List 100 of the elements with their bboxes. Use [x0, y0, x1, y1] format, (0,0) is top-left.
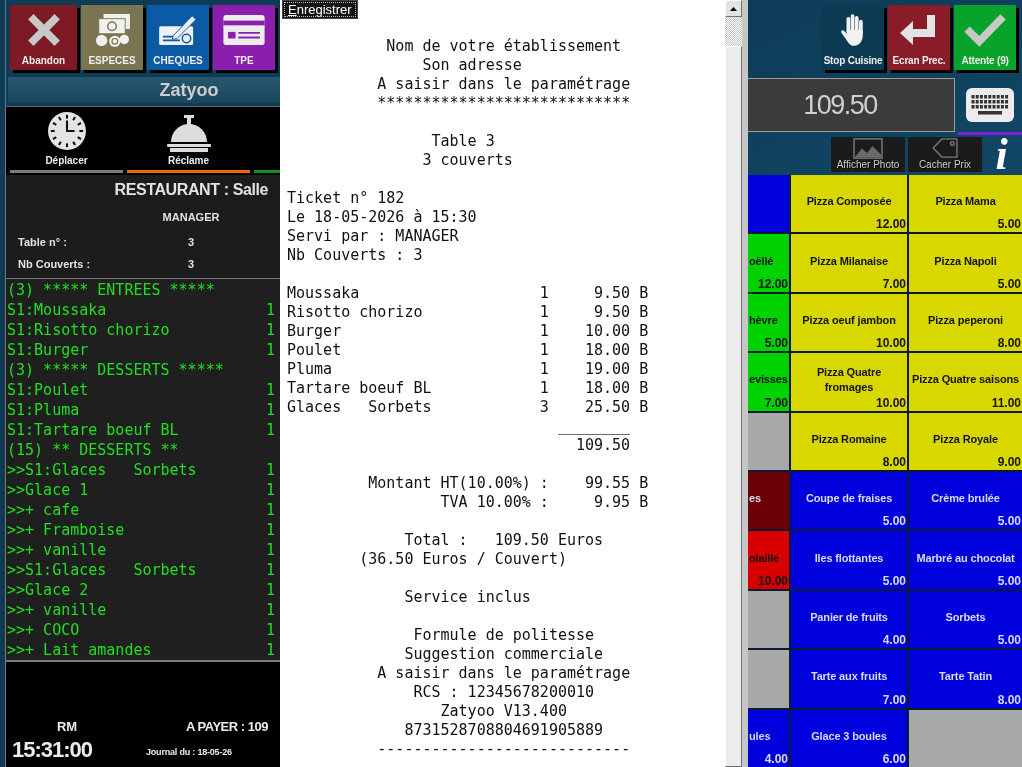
product-name: Glace 3 boules — [810, 728, 888, 744]
cheque-button[interactable]: CHEQUES — [147, 5, 209, 70]
product-tile[interactable]: Tarte Tatin 8.00 — [909, 650, 1022, 708]
product-tile[interactable]: ules 4.00 — [748, 709, 789, 767]
receipt-line: Son adresse — [422, 56, 522, 75]
product-price: 6.00 — [882, 752, 907, 767]
receipt-line: A saisir dans le paramétrage — [377, 664, 631, 683]
product-tile[interactable]: Pizza Milanaise 7.00 — [791, 234, 907, 292]
save-button[interactable]: Enregistrer — [282, 0, 358, 19]
product-tile[interactable]: hèvre 5.00 — [748, 293, 789, 352]
order-line-text: >>Glace 2 — [7, 580, 89, 600]
product-name: Iles flottantes — [813, 550, 885, 566]
order-line-text: >>+ vanille — [7, 600, 107, 620]
stop-kitchen-button[interactable]: Stop Cuisine — [822, 5, 884, 70]
order-line-text: S1:Tartare boeuf BL — [7, 420, 179, 440]
show-photo-button[interactable]: Afficher Photo — [831, 137, 905, 172]
product-price: 12.00 — [757, 276, 789, 292]
product-tile[interactable]: Pizza Composée 12.00 — [791, 175, 907, 233]
receipt-line: A saisir dans le paramétrage — [377, 75, 631, 94]
order-line-text: >>+ COCO — [7, 620, 80, 640]
product-price: 5.00 — [997, 276, 1022, 292]
product-tile[interactable]: Iles flottantes 5.00 — [791, 531, 907, 589]
order-line-quantity: 1 — [265, 520, 275, 540]
room-title: RESTAURANT : Salle — [113, 180, 269, 200]
order-line-text: >>+ Lait amandes — [7, 640, 152, 660]
product-price: 4.00 — [882, 633, 907, 649]
product-name: hèvre — [748, 313, 779, 328]
product-tile[interactable]: Crème brulée 5.00 — [909, 472, 1022, 530]
order-line-text: S1:Moussaka — [7, 300, 107, 320]
up-arrow-icon — [730, 6, 737, 11]
product-tile[interactable]: Pizza oeuf jambon 10.00 — [791, 293, 907, 352]
move-button[interactable]: Déplacer — [10, 112, 123, 170]
cancel-button[interactable]: Abandon — [10, 5, 77, 70]
product-tile[interactable]: Tarte aux fruits 7.00 — [791, 650, 907, 708]
product-tile[interactable]: Panier de fruits 4.00 — [791, 590, 907, 649]
receipt-line: RCS : 12345678200010 — [413, 683, 595, 702]
product-tile[interactable]: Pizza Quatre saisons 11.00 — [909, 353, 1022, 411]
order-line-quantity: 1 — [265, 540, 275, 560]
receipt-item-amount: 9.50 B — [594, 303, 649, 322]
product-name: olaille — [748, 550, 781, 566]
product-tile[interactable]: Coupe de fraises 5.00 — [791, 472, 907, 530]
product-name: Pizza Quatre saisons — [910, 372, 1020, 388]
product-tile[interactable]: es — [748, 472, 789, 530]
info-button[interactable]: i — [988, 137, 1015, 172]
receipt-item-name: Glaces Sorbets — [287, 398, 433, 417]
product-price: 5.00 — [997, 217, 1022, 233]
product-tile[interactable]: Pizza Napoli 5.00 — [909, 234, 1022, 292]
hide-price-button[interactable]: Cacher Prix — [908, 137, 982, 172]
back-button[interactable]: Ecran Prec. — [888, 5, 950, 70]
order-line-text: (15) ** DESSERTS ** — [7, 440, 179, 460]
product-tile[interactable]: oëllé 12.00 — [748, 234, 789, 292]
product-price: 5.00 — [997, 633, 1022, 649]
order-line-quantity: 1 — [265, 480, 275, 500]
photo-icon — [853, 138, 883, 159]
receipt-item-name: Risotto chorizo — [287, 303, 424, 322]
product-price: 8.00 — [997, 692, 1022, 708]
receipt-line: 8731528708804691905889 — [404, 721, 604, 740]
x-icon — [26, 13, 61, 47]
product-tile[interactable]: Sorbets 5.00 — [909, 590, 1022, 649]
order-line-quantity: 1 — [265, 640, 275, 660]
product-name: Pizza Composée — [805, 194, 893, 210]
product-tile[interactable]: Marbré au chocolat 5.00 — [909, 531, 1022, 589]
product-price: 5.00 — [997, 514, 1022, 530]
product-tile[interactable]: Pizza Quatre fromages 10.00 — [791, 353, 907, 411]
receipt-item-amount: 19.00 B — [585, 360, 649, 379]
product-tile[interactable]: Glace 3 boules 6.00 — [791, 709, 907, 767]
product-name: Pizza Royale — [932, 431, 999, 447]
order-line-quantity: 1 — [265, 400, 275, 420]
receipt-line: Zatyoo V13.400 — [440, 702, 567, 721]
field-value: 3 — [186, 235, 196, 250]
receipt-item-name: Burger — [287, 322, 343, 341]
product-name: Pizza Romaine — [810, 431, 888, 447]
product-price: 5.00 — [882, 573, 907, 589]
product-tile[interactable]: Pizza Royale 9.00 — [909, 412, 1022, 470]
order-line-quantity: 1 — [265, 420, 275, 440]
receipt-item-quantity: 1 — [539, 379, 549, 398]
receipt-item-amount: 18.00 B — [585, 379, 649, 398]
product-tile[interactable]: evisses 7.00 — [748, 353, 789, 411]
receipt-item-quantity: 1 — [539, 284, 549, 303]
receipt-line: Service inclus — [404, 588, 531, 607]
product-tile[interactable]: Pizza peperoni 8.00 — [909, 293, 1022, 352]
order-line-text: S1:Risotto chorizo — [7, 320, 170, 340]
keyboard-icon[interactable] — [966, 88, 1014, 122]
order-line-quantity: 1 — [265, 340, 275, 360]
product-tile[interactable]: Pizza Romaine 8.00 — [791, 412, 907, 470]
call-button[interactable]: Réclame — [127, 112, 250, 170]
receipt-item-name: Moussaka — [287, 284, 361, 303]
product-price: 5.00 — [997, 573, 1022, 589]
product-name: Pizza Milanaise — [809, 253, 889, 269]
cash-button[interactable]: ESPECES — [81, 5, 143, 70]
order-line-quantity: 1 — [265, 380, 275, 400]
card-button[interactable]: TPE — [213, 5, 275, 70]
product-price: 10.00 — [875, 336, 907, 352]
order-line-quantity: 1 — [265, 560, 275, 580]
receipt-item-quantity: 1 — [539, 360, 549, 379]
product-tile[interactable]: Pizza Mama 5.00 — [909, 175, 1022, 233]
receipt-rule-line: ________ — [557, 417, 631, 435]
product-price: 12.00 — [875, 217, 907, 233]
scroll-up-button[interactable] — [725, 0, 742, 17]
product-price: 5.00 — [882, 514, 907, 530]
